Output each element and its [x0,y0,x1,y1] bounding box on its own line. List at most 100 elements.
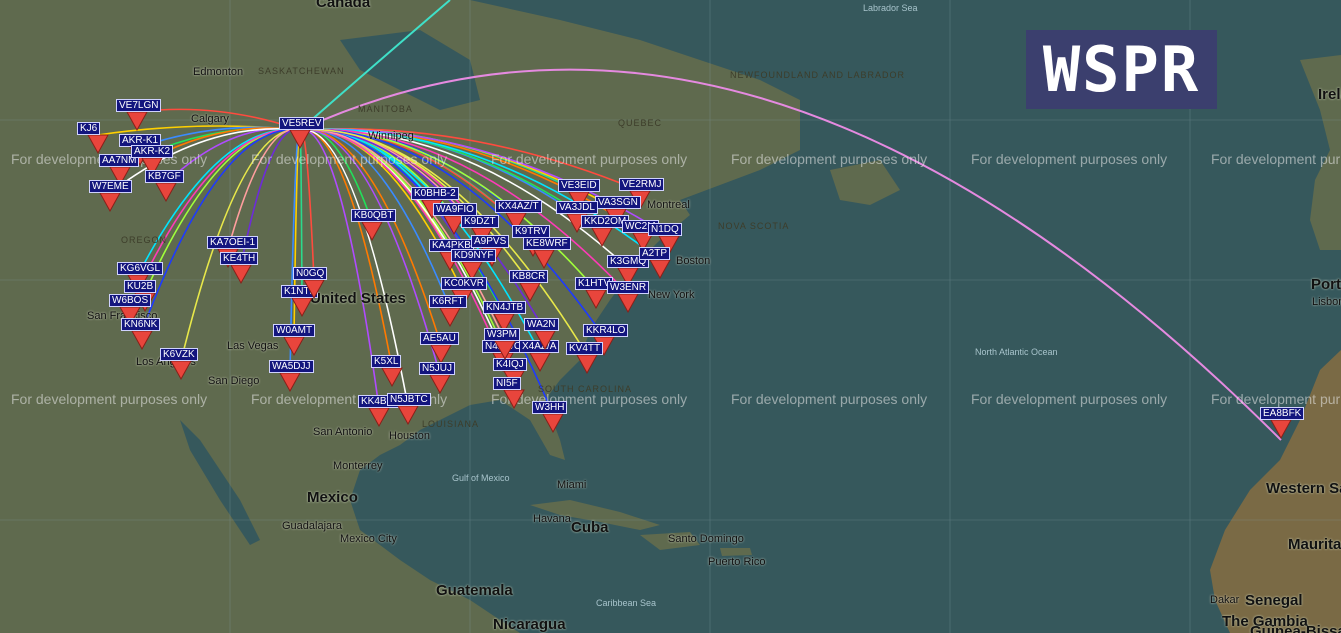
map-view[interactable]: Canada Labrador Sea Edmonton SASKATCHEWAN MA… [0,0,1341,633]
callsign-label: KE8WRF [523,237,571,250]
pin-icon [126,111,148,132]
callsign-label: KB7GF [145,170,184,183]
place-label: NOVA SCOTIA [718,221,790,231]
callsign-label: AE5AU [420,332,459,345]
place-label: Houston [389,430,430,442]
callsign-label: VE2RMJ [619,178,665,191]
pin-icon [230,264,252,285]
callsign-label: VE3EID [558,179,600,192]
callsign-label: W6BOS [109,294,152,307]
place-label: Cuba [571,519,609,536]
callsign-label: W3HH [532,401,568,414]
place-label: QUEBEC [618,118,663,128]
callsign-label: K9DZT [461,215,499,228]
dev-watermark: For development purposes only [731,151,928,167]
pin-icon [99,192,121,213]
pin-icon [381,367,403,388]
callsign-label: W7EME [89,180,132,193]
callsign-label: W0AMT [273,324,316,337]
pin-icon [283,336,305,357]
pin-icon [591,227,613,248]
callsign-label: VA3JDL [556,201,598,214]
callsign-label: KV4TT [566,342,604,355]
place-label: San Antonio [313,426,373,438]
dev-watermark: For development purposes only [251,151,448,167]
place-label: OREGON [121,235,168,245]
place-label: Western Sahara [1266,480,1341,497]
callsign-label: K0BHB-2 [411,187,459,200]
pin-icon [131,330,153,351]
callsign-label: KE4TH [220,252,259,265]
pin-icon [542,413,564,434]
place-label: Caribbean Sea [596,598,657,608]
dev-watermark: For development purposes only [1211,151,1341,167]
dev-watermark: For development purposes only [1211,391,1341,407]
callsign-label: KD9NYF [451,249,497,262]
place-label: LOUISIANA [422,419,480,429]
callsign-label: A2TP [639,247,671,260]
place-label: Las Vegas [227,340,279,352]
place-label: Senegal [1245,592,1303,609]
callsign-label: WA2N [524,318,559,331]
callsign-label: N5JBTC [387,393,431,406]
pin-icon [303,279,325,300]
pin-icon [503,389,525,410]
place-label: North Atlantic Ocean [975,347,1058,357]
pin-icon [494,340,516,361]
pin-icon [361,221,383,242]
callsign-label: A9PVS [471,235,510,248]
place-label: SASKATCHEWAN [258,66,345,76]
place-label: Dakar [1210,594,1240,606]
callsign-label: KC0KVR [441,277,488,290]
callsign-label: WA5DJJ [269,360,314,373]
place-label: Irela [1318,86,1341,103]
place-label: Puerto Rico [708,556,766,568]
pin-icon [289,129,311,150]
callsign-label: K6VZK [160,348,198,361]
callsign-label: NI5F [493,377,521,390]
pin-icon [87,134,109,155]
place-label: Guadalajara [282,520,342,532]
callsign-label: K5XL [371,355,402,368]
dev-watermark: For development purposes only [491,151,688,167]
callsign-label: N5JUJ [419,362,456,375]
dev-watermark: For development purposes only [731,391,928,407]
callsign-label: KKR4LO [583,324,629,337]
place-label: Mexico City [340,533,397,545]
place-label: Mauritania [1288,536,1341,553]
place-label: Monterrey [333,460,383,472]
pin-icon [368,407,390,428]
callsign-label: VE7LGN [116,99,162,112]
place-label: Miami [557,479,587,491]
callsign-label: EA8BFK [1260,407,1305,420]
pin-icon [649,259,671,280]
callsign-label: VE5REV [279,117,325,130]
pin-icon [1270,419,1292,440]
callsign-label: KU2B [124,280,157,293]
pin-icon [155,182,177,203]
wspr-logo: WSPR [1026,30,1217,109]
place-label: Gulf of Mexico [452,473,510,483]
place-label: San Diego [208,375,260,387]
pin-icon [519,282,541,303]
pin-icon [534,330,556,351]
pin-icon [585,289,607,310]
callsign-label: KX4AZ/T [495,200,542,213]
callsign-label: K6RFT [429,295,467,308]
place-label: Montreal [647,199,690,211]
callsign-label: KB8CR [509,270,549,283]
place-label: Portugal [1311,276,1341,293]
dev-watermark: For development purposes only [11,391,208,407]
pin-icon [529,352,551,373]
pin-icon [429,374,451,395]
callsign-label: KJ6 [77,122,101,135]
callsign-label: KA7OEI-1 [207,236,259,249]
callsign-label: KN6NK [121,318,161,331]
pin-icon [576,354,598,375]
place-label: Mexico [307,489,358,506]
place-label: Santo Domingo [668,533,744,545]
place-label: Boston [676,255,711,267]
place-label: Guinea-Bissau [1250,623,1341,633]
pin-icon [397,405,419,426]
place-label: Nicaragua [493,616,566,633]
